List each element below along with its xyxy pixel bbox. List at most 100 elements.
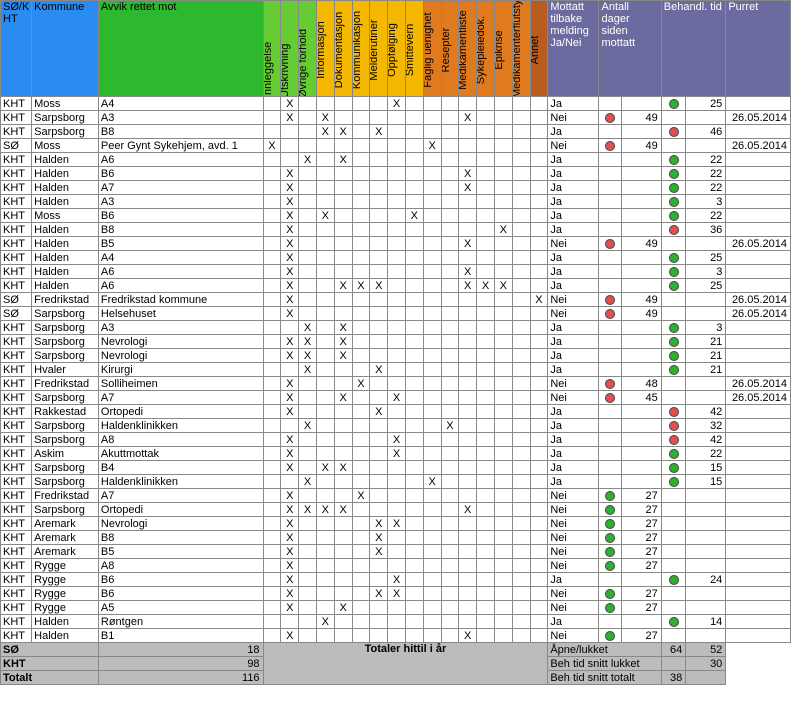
cell-x7 — [388, 251, 406, 265]
cell-type: KHT — [1, 279, 32, 293]
cell-mottatt: Nei — [548, 293, 599, 307]
cell-x5 — [352, 545, 370, 559]
cell-x2 — [299, 139, 317, 153]
table-row: KHTHaldenB8XXJa36 — [1, 223, 791, 237]
cell-x13 — [494, 349, 512, 363]
cell-x8 — [405, 531, 423, 545]
cell-x8 — [405, 167, 423, 181]
cell-x9 — [423, 167, 441, 181]
cell-type: KHT — [1, 363, 32, 377]
cell-avvik: A6 — [98, 265, 263, 279]
cell-x12 — [477, 139, 495, 153]
cell-x2 — [299, 433, 317, 447]
cell-type: KHT — [1, 475, 32, 489]
cell-purret — [726, 97, 791, 111]
cell-dager — [621, 447, 661, 461]
cell-dager — [621, 125, 661, 139]
cell-x8 — [405, 517, 423, 531]
cell-x6 — [370, 349, 388, 363]
cell-x7: X — [388, 97, 406, 111]
cell-x13 — [494, 475, 512, 489]
f-center: Totaler hittil i år — [263, 643, 548, 685]
cell-x1: X — [281, 181, 299, 195]
cell-x0 — [263, 545, 281, 559]
cell-x7 — [388, 265, 406, 279]
cell-mottatt: Ja — [548, 279, 599, 293]
cell-type: KHT — [1, 447, 32, 461]
cell-purret — [726, 629, 791, 643]
cell-behandl — [686, 559, 726, 573]
cell-dager: 49 — [621, 293, 661, 307]
cell-dager: 27 — [621, 559, 661, 573]
cell-x8: X — [405, 209, 423, 223]
cell-x2 — [299, 461, 317, 475]
table-row: SØFredrikstadFredrikstad kommuneXXNei492… — [1, 293, 791, 307]
cell-x10 — [441, 167, 459, 181]
hdr-n11: Medikamentliste — [459, 1, 477, 97]
cell-x3: X — [316, 615, 334, 629]
cell-x0 — [263, 517, 281, 531]
status-dot-icon — [669, 253, 679, 263]
cell-x9 — [423, 391, 441, 405]
cell-x15 — [530, 279, 548, 293]
hdr-n13: Epikrise — [494, 1, 512, 97]
cell-x15 — [530, 363, 548, 377]
cell-behandl: 21 — [686, 363, 726, 377]
cell-x15 — [530, 111, 548, 125]
cell-x6 — [370, 559, 388, 573]
status-dot-icon — [669, 463, 679, 473]
cell-x3 — [316, 223, 334, 237]
cell-dager — [621, 405, 661, 419]
cell-x12 — [477, 97, 495, 111]
cell-dot2 — [661, 307, 685, 321]
cell-x5 — [352, 139, 370, 153]
cell-dot2 — [661, 181, 685, 195]
cell-purret — [726, 587, 791, 601]
table-row: KHTRyggeA5XXNei27 — [1, 601, 791, 615]
cell-mottatt: Nei — [548, 237, 599, 251]
cell-behandl: 21 — [686, 349, 726, 363]
cell-x15 — [530, 545, 548, 559]
cell-x15 — [530, 461, 548, 475]
hdr-n1: Utskrivning — [281, 1, 299, 97]
table-row: SØMossPeer Gynt Sykehjem, avd. 1XXNei492… — [1, 139, 791, 153]
cell-x2 — [299, 601, 317, 615]
cell-mottatt: Nei — [548, 503, 599, 517]
cell-purret — [726, 209, 791, 223]
cell-x10: X — [441, 419, 459, 433]
cell-x2 — [299, 517, 317, 531]
cell-dager — [621, 461, 661, 475]
cell-x11: X — [459, 265, 477, 279]
cell-x9 — [423, 615, 441, 629]
cell-x14 — [512, 461, 530, 475]
cell-x2 — [299, 181, 317, 195]
cell-x12 — [477, 447, 495, 461]
cell-mottatt: Ja — [548, 125, 599, 139]
cell-dot2 — [661, 377, 685, 391]
cell-x2 — [299, 447, 317, 461]
cell-x10 — [441, 405, 459, 419]
cell-x4 — [334, 209, 352, 223]
cell-x8 — [405, 363, 423, 377]
cell-mottatt: Ja — [548, 461, 599, 475]
cell-x12 — [477, 321, 495, 335]
cell-x7: X — [388, 433, 406, 447]
status-dot-icon — [669, 183, 679, 193]
cell-x1: X — [281, 517, 299, 531]
cell-avvik: A7 — [98, 181, 263, 195]
cell-x15 — [530, 195, 548, 209]
cell-behandl: 25 — [686, 279, 726, 293]
cell-x12 — [477, 573, 495, 587]
cell-purret: 26.05.2014 — [726, 111, 791, 125]
status-dot-icon — [669, 365, 679, 375]
cell-x3 — [316, 335, 334, 349]
cell-x12 — [477, 433, 495, 447]
cell-x14 — [512, 545, 530, 559]
cell-x15 — [530, 433, 548, 447]
cell-x15 — [530, 531, 548, 545]
table-row: KHTSarpsborgA3XXXNei4926.05.2014 — [1, 111, 791, 125]
cell-kommune: Aremark — [32, 545, 99, 559]
cell-x12 — [477, 629, 495, 643]
cell-x12 — [477, 489, 495, 503]
cell-mottatt: Ja — [548, 153, 599, 167]
